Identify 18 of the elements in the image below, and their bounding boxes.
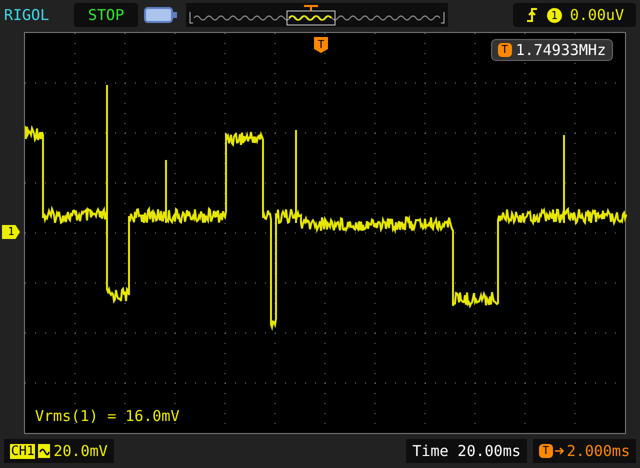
trigger-position-marker: T xyxy=(314,37,328,53)
trigger-level: 0.00uV xyxy=(570,6,624,24)
trigger-source: 1 xyxy=(546,8,562,22)
run-status: STOP xyxy=(74,3,138,27)
timebase-readout: Time 20.00ms xyxy=(406,439,527,463)
battery-icon xyxy=(144,6,178,24)
frequency-value: 1.74933MHz xyxy=(516,41,606,59)
trigger-badge: T xyxy=(538,444,553,458)
ac-coupling-icon xyxy=(38,444,50,458)
brand-label: RIGOL xyxy=(4,6,50,24)
channel-label: CH1 xyxy=(10,444,36,458)
rising-edge-icon xyxy=(524,7,539,23)
vertical-scale: 20.0mV xyxy=(53,442,108,460)
trigger-offset-value: 2.000ms xyxy=(566,442,630,460)
trigger-badge: T xyxy=(498,43,512,57)
channel-marker: 1 xyxy=(2,225,20,239)
arrow-icon xyxy=(554,446,565,456)
measurement-readout: Vrms(1) = 16.0mV xyxy=(35,407,180,425)
